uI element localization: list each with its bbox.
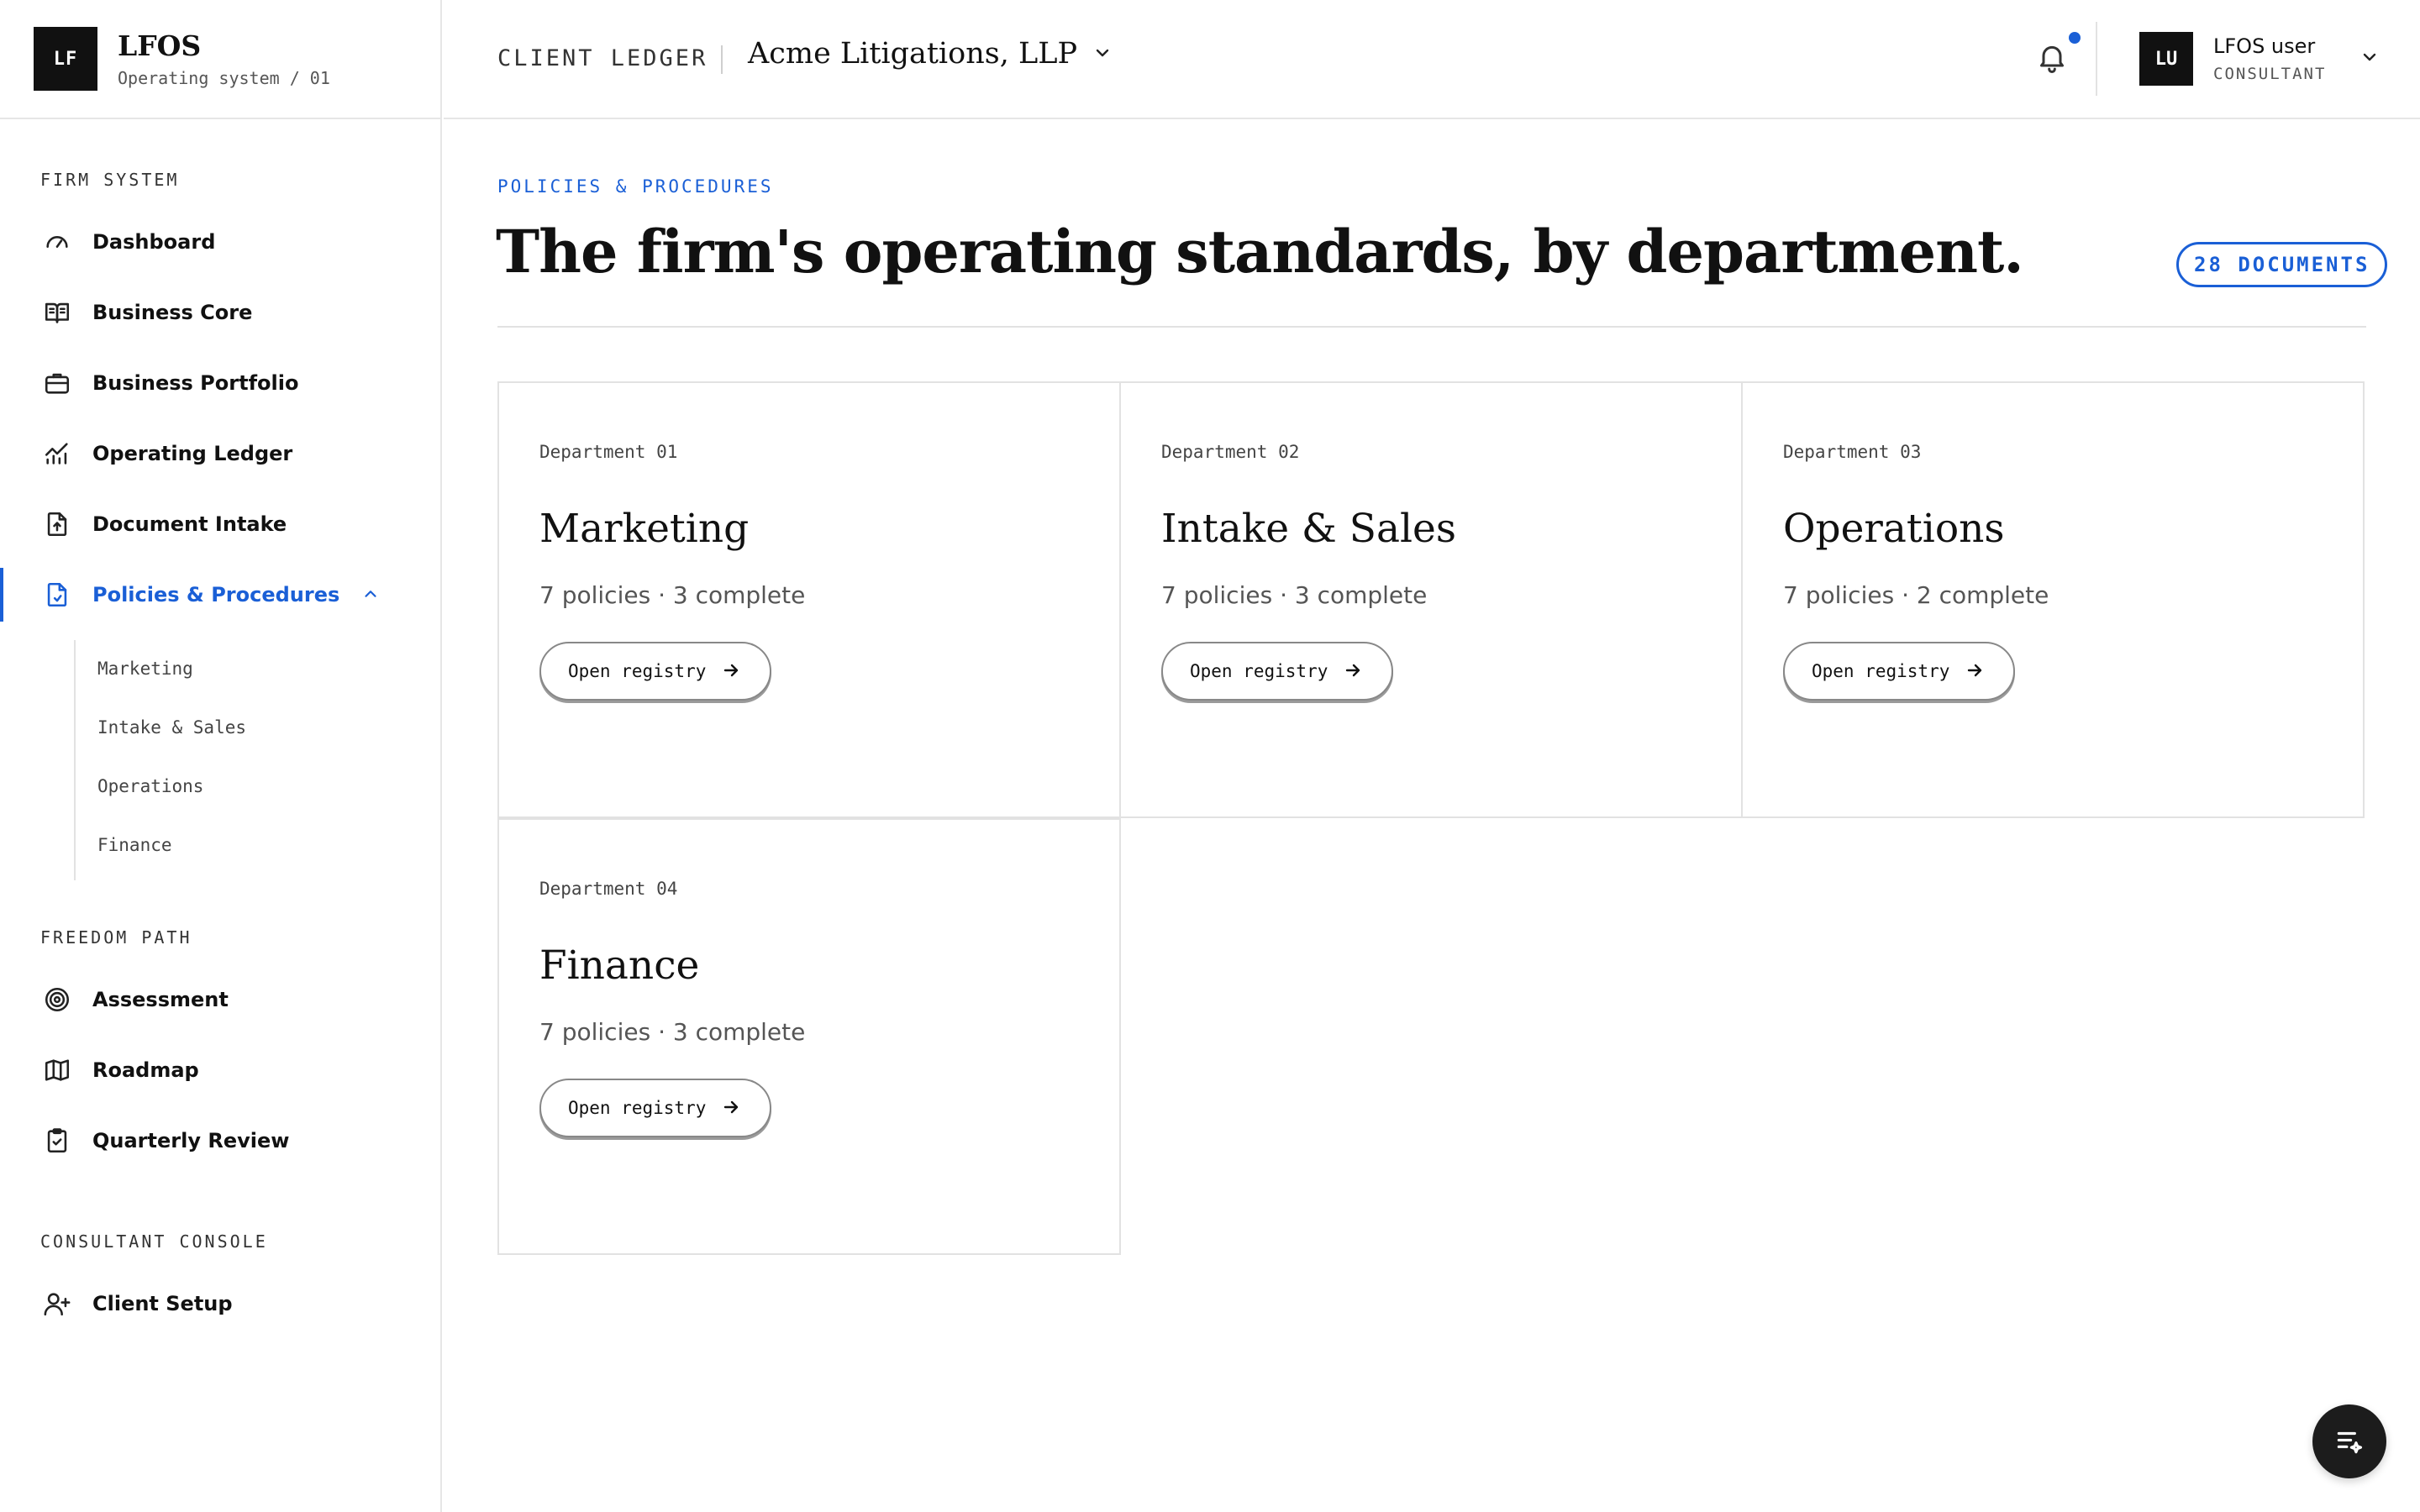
arrow-right-icon [1965,660,1986,682]
department-name: Marketing [539,506,750,552]
brand-title: LFOS [118,29,202,62]
briefcase-icon [42,368,72,398]
sidebar-item-quarterly-review[interactable]: Quarterly Review [0,1114,440,1168]
sidebar-item-label: Assessment [92,988,229,1011]
department-name: Finance [539,942,700,989]
sidebar-item-label: Document Intake [92,512,287,536]
subnav-item-finance[interactable]: Finance [97,835,172,855]
section-freedom-path: FREEDOM PATH [40,927,192,948]
chart-line-icon [42,438,72,469]
sidebar-item-label: Operating Ledger [92,442,293,465]
arrow-right-icon [721,1097,743,1119]
sidebar-item-operating-ledger[interactable]: Operating Ledger [0,427,440,480]
sidebar-item-dashboard[interactable]: Dashboard [0,215,440,269]
sidebar-item-document-intake[interactable]: Document Intake [0,497,440,551]
breadcrumb: POLICIES & PROCEDURES [497,176,774,197]
sidebar-item-client-setup[interactable]: Client Setup [0,1277,440,1331]
chevron-down-icon [1092,43,1114,65]
brand[interactable]: LF LFOS Operating system / 01 [0,0,440,119]
avatar: LU [2139,32,2193,86]
user-plus-icon [42,1289,72,1319]
open-registry-button[interactable]: Open registry [1161,642,1393,701]
department-progress: 7 policies · 3 complete [539,1018,806,1046]
department-progress: 7 policies · 3 complete [1161,581,1428,609]
sidebar: LF LFOS Operating system / 01 FIRM SYSTE… [0,0,442,1512]
department-number: Department 04 [539,879,678,899]
arrow-right-icon [721,660,743,682]
sidebar-item-label: Quarterly Review [92,1129,290,1152]
department-number: Department 03 [1783,442,1922,462]
open-registry-button[interactable]: Open registry [1783,642,2015,701]
page-title: The firm's operating standards, by depar… [496,217,2024,286]
assistant-fab-button[interactable] [2312,1404,2386,1478]
sidebar-item-label: Dashboard [92,230,216,254]
user-text: LFOS user CONSULTANT [2213,34,2326,83]
sidebar-item-roadmap[interactable]: Roadmap [0,1043,440,1097]
sidebar-item-label: Business Portfolio [92,371,299,395]
sidebar-item-label: Client Setup [92,1292,233,1315]
list-sparkle-icon [2337,1431,2363,1454]
topbar: CLIENT LEDGER Acme Litigations, LLP LU L… [444,0,2420,119]
open-registry-button[interactable]: Open registry [539,1079,771,1137]
sidebar-item-business-portfolio[interactable]: Business Portfolio [0,356,440,410]
department-progress: 7 policies · 3 complete [539,581,806,609]
brand-subtitle: Operating system / 01 [118,68,330,88]
department-name: Intake & Sales [1161,506,1456,552]
divider [2096,22,2097,96]
brand-text: LFOS Operating system / 01 [118,29,330,88]
department-card-operations: Department 03 Operations 7 policies · 2 … [1741,381,2365,818]
client-selector[interactable]: Acme Litigations, LLP [748,37,1114,71]
ledger-label: CLIENT LEDGER [497,45,708,71]
sidebar-item-label: Roadmap [92,1058,199,1082]
subnav-item-operations[interactable]: Operations [97,776,203,796]
brand-logo: LF [34,27,97,91]
gauge-icon [42,227,72,257]
chevron-up-icon[interactable] [361,585,381,605]
notifications-bell-icon[interactable] [2035,40,2072,77]
file-check-icon [42,580,72,610]
notification-dot [2069,32,2081,44]
target-icon [42,984,72,1015]
file-upload-icon [42,509,72,539]
sidebar-item-policies-procedures[interactable]: Policies & Procedures [0,568,440,622]
department-number: Department 01 [539,442,678,462]
subnav-item-marketing[interactable]: Marketing [97,659,193,679]
map-icon [42,1055,72,1085]
subnav-item-intake-sales[interactable]: Intake & Sales [97,717,246,738]
department-number: Department 02 [1161,442,1300,462]
button-label: Open registry [568,661,707,681]
department-progress: 7 policies · 2 complete [1783,581,2049,609]
sidebar-item-label: Business Core [92,301,253,324]
policies-subnav: Marketing Intake & Sales Operations Fina… [74,640,410,880]
client-name: Acme Litigations, LLP [748,37,1077,71]
divider [721,45,723,74]
button-label: Open registry [1190,661,1328,681]
documents-count-badge: 28 DOCUMENTS [2176,242,2388,287]
button-label: Open registry [1812,661,1950,681]
department-card-finance: Department 04 Finance 7 policies · 3 com… [497,818,1121,1255]
department-card-marketing: Department 01 Marketing 7 policies · 3 c… [497,381,1121,818]
divider [497,326,2366,328]
chevron-down-icon [2360,47,2380,71]
book-open-icon [42,297,72,328]
department-card-intake-sales: Department 02 Intake & Sales 7 policies … [1119,381,1743,818]
user-role: CONSULTANT [2213,65,2327,83]
user-name: LFOS user [2213,34,2316,58]
section-firm-system: FIRM SYSTEM [40,170,180,190]
arrow-right-icon [1343,660,1365,682]
sidebar-item-label: Policies & Procedures [92,583,340,606]
button-label: Open registry [568,1098,707,1118]
sidebar-item-assessment[interactable]: Assessment [0,973,440,1026]
section-consultant-console: CONSULTANT CONSOLE [40,1231,268,1252]
department-name: Operations [1783,506,2005,552]
user-menu[interactable]: LU LFOS user CONSULTANT [2139,32,2380,86]
sidebar-item-business-core[interactable]: Business Core [0,286,440,339]
clipboard-check-icon [42,1126,72,1156]
open-registry-button[interactable]: Open registry [539,642,771,701]
